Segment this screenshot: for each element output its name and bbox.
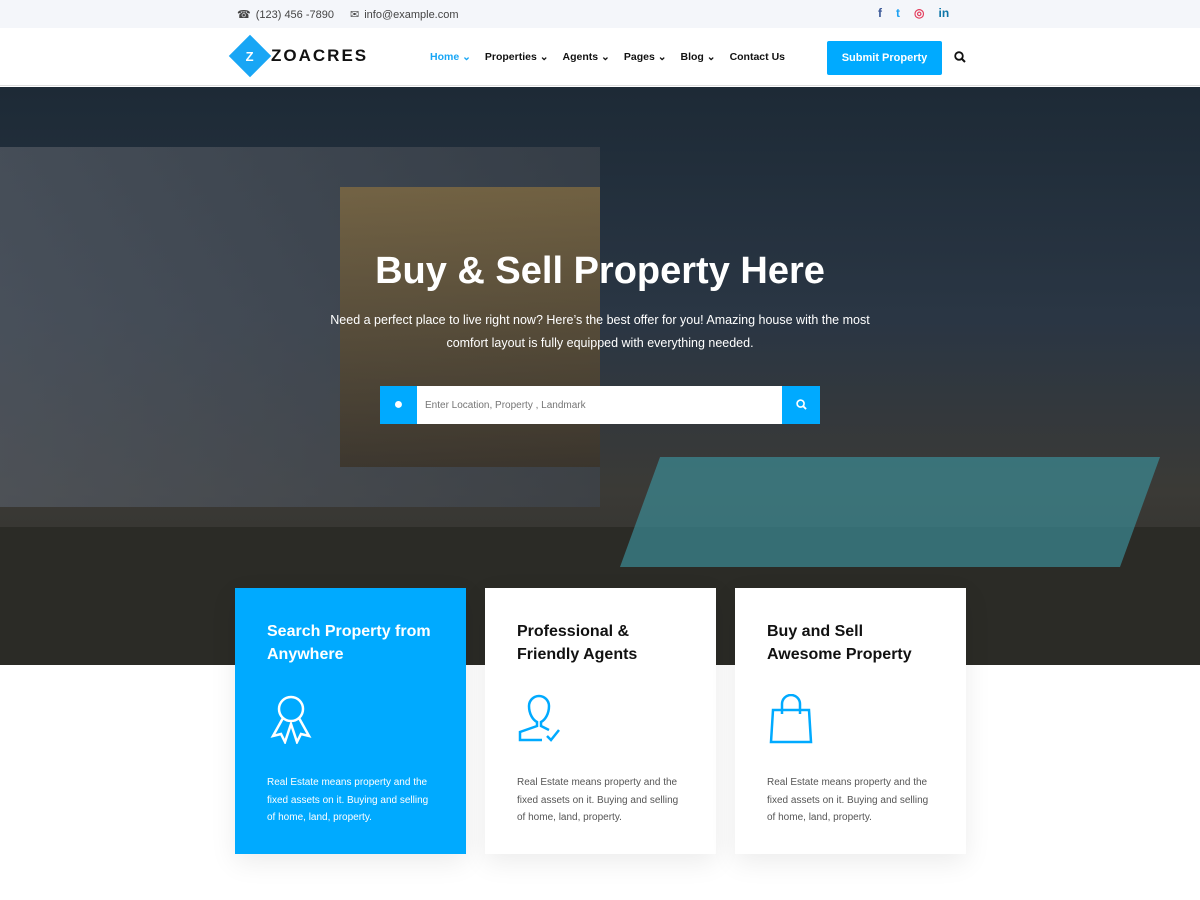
location-pin-icon: ●: [380, 386, 417, 424]
email-icon: ✉: [349, 9, 360, 21]
logo[interactable]: Z ZOACRES: [228, 34, 369, 78]
phone-icon: ☎: [237, 9, 251, 21]
instagram-icon[interactable]: ◎: [914, 6, 924, 20]
nav-item[interactable]: Properties ⌄: [485, 51, 549, 63]
top-bar: ☎ (123) 456 -7890 ✉ info@example.com f t ◎ in: [0, 0, 1200, 28]
card-text: Real Estate means property and the fixed…: [767, 777, 929, 823]
feature-card: Search Property from Anywhere Real Estate…: [235, 588, 466, 854]
submit-property-button[interactable]: Submit Property: [827, 41, 942, 75]
card-text: Real Estate means property and the fixed…: [267, 777, 429, 823]
search-icon: [795, 398, 807, 410]
main-nav: Z ZOACRES Home ⌄ Properties ⌄ Agents ⌄ Page…: [0, 28, 1200, 86]
facebook-icon[interactable]: f: [878, 6, 882, 20]
nav-item[interactable]: Home ⌄: [430, 51, 471, 63]
hero-section: Buy & Sell Property Here Need a perfect …: [0, 87, 1200, 665]
card-text: Real Estate means property and the fixed…: [517, 777, 679, 823]
phone-number: (123) 456 -7890: [255, 8, 334, 21]
feature-card: Buy and Sell Awesome Property Real Estate…: [735, 588, 966, 854]
user-check-icon: [517, 694, 684, 744]
email-address[interactable]: info@example.com: [364, 9, 458, 21]
location-search: ●: [380, 386, 820, 424]
shopping-bag-icon: [767, 693, 934, 744]
logo-text: ZOACRES: [271, 46, 369, 65]
location-search-input[interactable]: [417, 386, 782, 424]
card-title: Professional & Friendly Agents: [517, 623, 638, 663]
nav-item[interactable]: Contact Us: [730, 51, 785, 63]
award-icon: [267, 694, 434, 746]
hero-subtitle: Need a perfect place to live right now? …: [330, 313, 870, 350]
linkedin-icon[interactable]: in: [938, 6, 949, 20]
nav-item[interactable]: Agents ⌄: [563, 51, 610, 63]
logo-mark: Z: [246, 48, 254, 64]
hero-title: Buy & Sell Property Here: [375, 250, 825, 292]
search-icon[interactable]: [954, 51, 966, 63]
search-button[interactable]: [782, 386, 820, 424]
nav-item[interactable]: Pages ⌄: [624, 51, 667, 63]
card-title: Search Property from Anywhere: [267, 623, 431, 663]
nav-item[interactable]: Blog ⌄: [681, 51, 716, 63]
twitter-icon[interactable]: t: [896, 6, 900, 20]
card-title: Buy and Sell Awesome Property: [767, 623, 912, 663]
feature-card: Professional & Friendly Agents Real Estat…: [485, 588, 716, 854]
